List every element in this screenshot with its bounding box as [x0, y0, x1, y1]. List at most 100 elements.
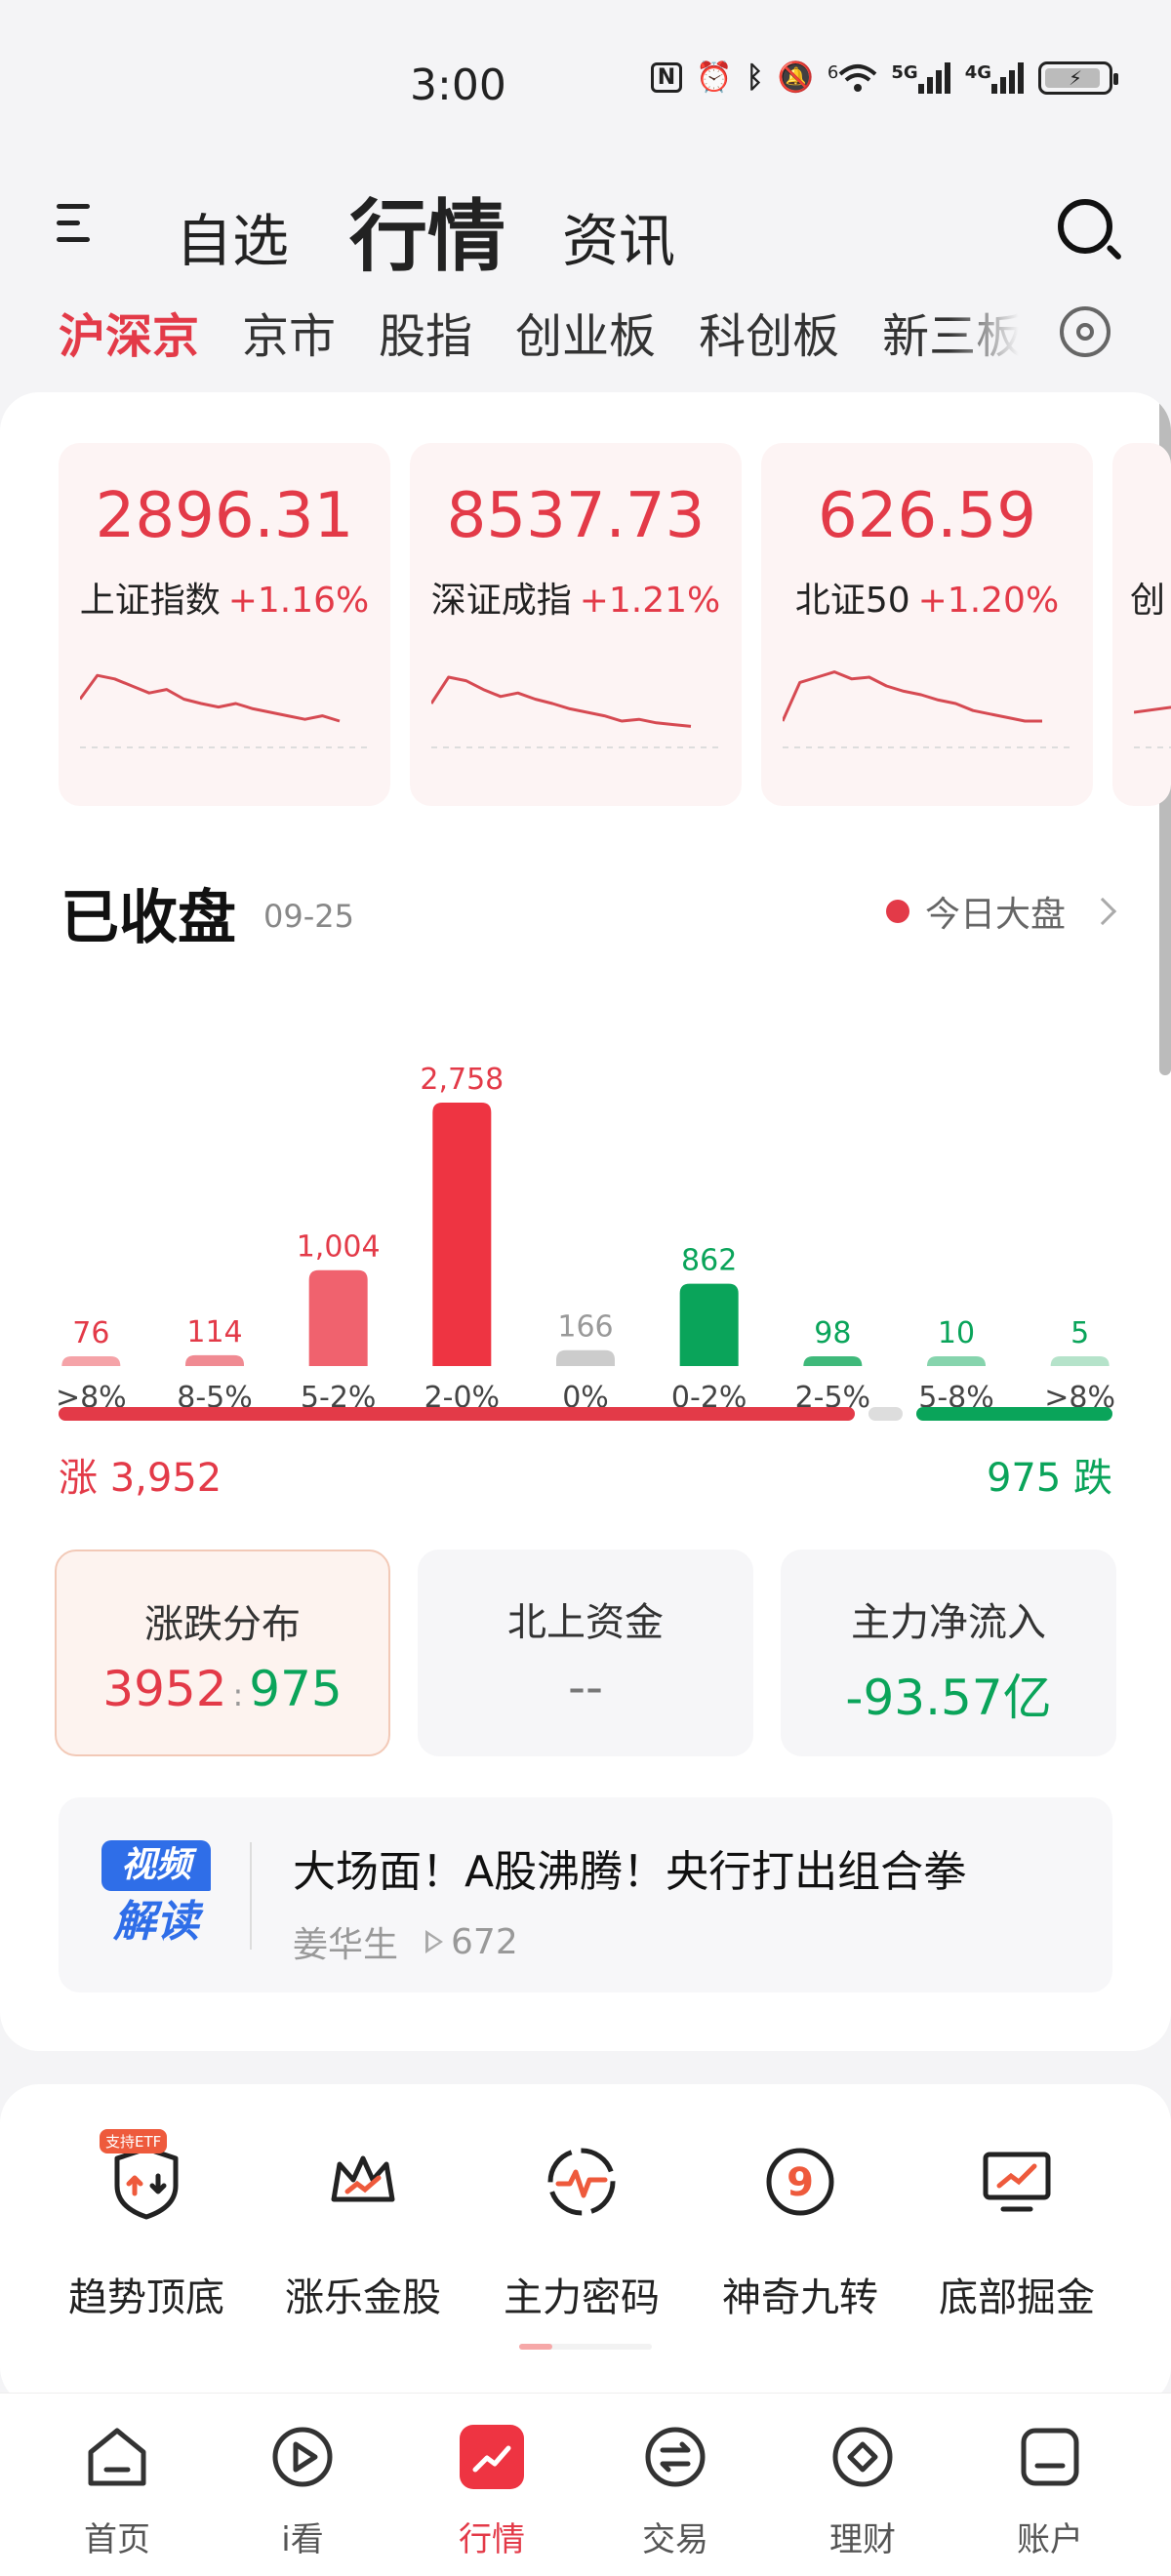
bar-value-label: 166 [557, 1310, 613, 1345]
bottom-tabbar: 首页 i看 行情 交易 理财 账户 [0, 2393, 1171, 2576]
nav-label: 交易 [642, 2520, 708, 2559]
nfc-icon: N [650, 62, 683, 93]
nav-market[interactable]: 行情 [414, 2423, 570, 2569]
bar-3 [432, 1103, 492, 1366]
breadth-down-segment [915, 1407, 1112, 1421]
video-author: 姜华生 [293, 1925, 399, 1965]
stat-value: -- [567, 1659, 604, 1715]
nav-ikan[interactable]: i看 [224, 2423, 381, 2569]
subtab-kechuangban[interactable]: 科创板 [699, 298, 839, 366]
index-name: 创 [1130, 581, 1166, 621]
nav-account[interactable]: 账户 [972, 2423, 1128, 2569]
stat-separator: : [232, 1676, 244, 1713]
video-commentary-card[interactable]: 视频 解读 大场面！A股沸腾！央行打出组合拳 姜华生 672 [59, 1797, 1112, 1992]
breadth-flat-segment [868, 1407, 903, 1421]
play-circle-icon [272, 2427, 333, 2487]
stat-card-main-inflow[interactable]: 主力净流入 -93.57亿 [781, 1550, 1116, 1756]
index-card-bse50[interactable]: 626.59 北证50 +1.20% [761, 443, 1093, 806]
up-count: 涨 3,952 [59, 1456, 222, 1501]
tool-zhangle-gold[interactable]: 涨乐金股 [256, 2143, 470, 2338]
nav-label: 首页 [84, 2520, 150, 2559]
market-subtabs: 沪深京 京市 股指 创业板 科创板 新三板 [59, 293, 1112, 371]
breadth-up-segment [59, 1407, 856, 1421]
today-market-link[interactable]: 今日大盘 [885, 886, 1117, 937]
bar-8 [1050, 1356, 1110, 1366]
tool-main-force-code[interactable]: 主力密码 [474, 2143, 689, 2338]
chevron-right-icon [1088, 897, 1117, 926]
home-icon [88, 2428, 146, 2486]
index-name: 上证指数 [79, 581, 221, 621]
wifi-6-icon: 6 [828, 62, 877, 94]
bluetooth-icon: ᛒ [746, 60, 764, 95]
stat-title: 主力净流入 [851, 1600, 1046, 1645]
bar-value-label: 98 [814, 1316, 851, 1350]
bar-2 [308, 1269, 368, 1366]
tab-market[interactable]: 行情 [349, 174, 505, 287]
play-icon [425, 1930, 444, 1953]
video-title: 大场面！A股沸腾！央行打出组合拳 [293, 1847, 967, 1897]
bar-5 [679, 1283, 739, 1366]
bar-6 [803, 1356, 863, 1366]
tab-watchlist[interactable]: 自选 [176, 195, 289, 277]
tab-news[interactable]: 资讯 [562, 195, 675, 277]
index-change: +1.16% [227, 581, 370, 621]
index-sparkline [1134, 705, 1171, 748]
nav-label: 账户 [1017, 2520, 1083, 2559]
market-chart-icon [460, 2425, 524, 2489]
account-icon [1021, 2428, 1079, 2486]
bar-value-label: 1,004 [297, 1230, 381, 1265]
bar-value-label: 76 [72, 1316, 109, 1350]
status-time: 3:00 [410, 60, 506, 110]
menu-icon[interactable] [57, 200, 100, 247]
today-market-label: 今日大盘 [924, 895, 1066, 935]
nine-circle-icon: 9 [766, 2148, 834, 2216]
tool-trend-top-bottom[interactable]: 支持ETF 趋势顶底 [39, 2129, 254, 2338]
bar-4 [556, 1349, 615, 1366]
nav-home[interactable]: 首页 [39, 2423, 195, 2569]
index-card-szse[interactable]: 8537.73 深证成指 +1.21% [410, 443, 742, 806]
market-date: 09-25 [263, 898, 354, 935]
battery-charging-icon: ⚡ [1038, 60, 1118, 95]
trend-shield-icon [114, 2146, 179, 2220]
tool-label: 神奇九转 [722, 2275, 878, 2320]
mute-icon: 🔕 [777, 60, 814, 95]
index-change: +1.20% [917, 581, 1060, 621]
nav-label: i看 [281, 2520, 324, 2559]
index-name-row: 深证成指 +1.21% [410, 572, 742, 623]
bar-value-label: 10 [938, 1316, 975, 1350]
tool-label: 主力密码 [504, 2275, 660, 2320]
bar-1 [185, 1354, 244, 1366]
subtab-guzhi[interactable]: 股指 [379, 298, 472, 366]
exchange-icon [645, 2427, 706, 2487]
settings-icon[interactable] [1060, 306, 1110, 357]
alarm-icon: ⏰ [696, 60, 733, 95]
search-icon[interactable] [1058, 199, 1123, 262]
nav-wealth[interactable]: 理财 [785, 2423, 941, 2569]
tool-magic-nine[interactable]: 9 神奇九转 [693, 2143, 908, 2338]
market-status-title: 已收盘 [61, 884, 236, 952]
stat-card-northbound[interactable]: 北上资金 -- [418, 1550, 753, 1756]
top-header: 自选 行情 资讯 [0, 166, 1171, 283]
bar-value-label: 862 [681, 1244, 737, 1278]
stat-title: 涨跌分布 [144, 1602, 301, 1647]
index-value: 626.59 [818, 480, 1036, 552]
video-badge-bottom: 解读 [113, 1897, 199, 1947]
index-card-chinext-partial[interactable]: 创 [1112, 443, 1171, 806]
stat-card-distribution[interactable]: 涨跌分布 3952:975 [55, 1550, 390, 1756]
bar-value-label: 114 [186, 1315, 242, 1349]
sparkline-line [80, 673, 341, 723]
index-sparkline [80, 673, 369, 748]
video-views: 672 [451, 1921, 518, 1962]
index-name-row: 北证50 +1.20% [761, 572, 1093, 623]
video-badge-top: 视频 [101, 1840, 211, 1891]
bar-0 [61, 1356, 121, 1366]
tools-card: 支持ETF 趋势顶底 涨乐金股 主力密码 9 神奇九转 底部掘金 [0, 2084, 1171, 2406]
nav-trade[interactable]: 交易 [597, 2423, 753, 2569]
subtab-jingshi[interactable]: 京市 [242, 298, 336, 366]
tool-bottom-gold[interactable]: 底部掘金 [909, 2143, 1124, 2338]
subtab-hushenjing[interactable]: 沪深京 [59, 298, 199, 366]
index-card-sse[interactable]: 2896.31 上证指数 +1.16% [59, 443, 390, 806]
subtab-chuangyeban[interactable]: 创业板 [515, 298, 656, 366]
index-value: 8537.73 [446, 480, 706, 552]
4g-signal-icon: 4G [965, 61, 1025, 94]
